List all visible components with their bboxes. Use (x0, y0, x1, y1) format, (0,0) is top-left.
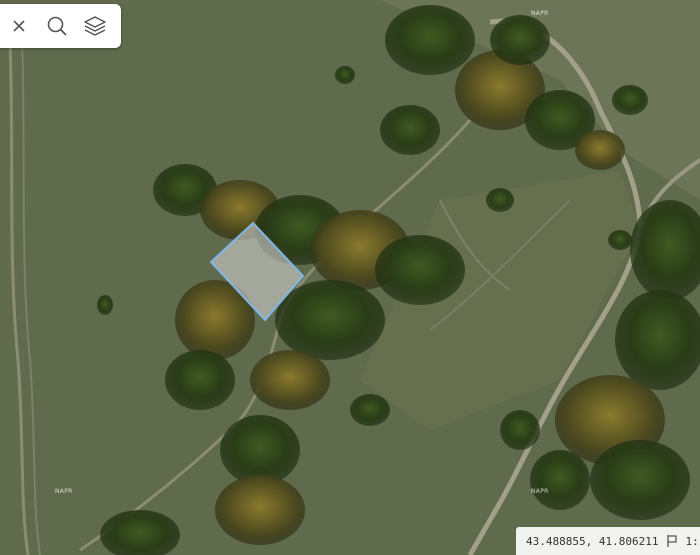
coordinate-readout: 43.488855, 41.806211 (526, 534, 659, 548)
map-toolbar (0, 4, 121, 48)
map-canvas[interactable] (0, 0, 700, 555)
layers-icon (83, 14, 107, 38)
coordinate-bar: 43.488855, 41.806211 1: (516, 527, 700, 555)
map-watermark: NAPR (531, 488, 549, 495)
scale-readout: 1: (685, 534, 699, 548)
close-icon (11, 18, 27, 34)
flag-icon[interactable] (666, 534, 678, 548)
map-watermark: NAPR (55, 488, 73, 495)
search-icon (46, 15, 68, 37)
map-watermark: NAPR (531, 10, 549, 17)
layers-button[interactable] (76, 4, 114, 48)
close-button[interactable] (0, 4, 38, 48)
search-button[interactable] (38, 4, 76, 48)
